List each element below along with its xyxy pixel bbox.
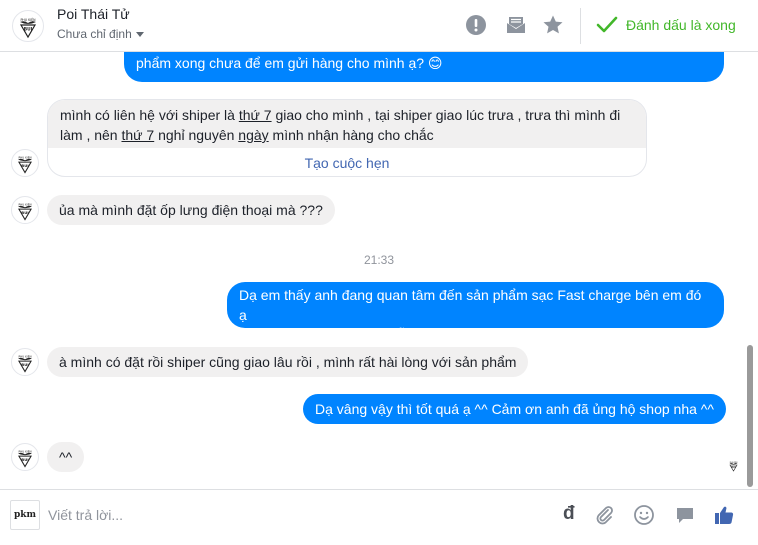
seen-avatar-icon (726, 458, 741, 473)
chevron-down-icon (135, 32, 144, 37)
reply-composer: pkm đ (0, 489, 758, 545)
incoming-message[interactable]: à mình có đặt rồi shiper cũng giao lâu r… (47, 347, 529, 377)
assignee-dropdown[interactable]: Chưa chỉ định (57, 27, 144, 41)
mail-icon[interactable] (505, 14, 527, 36)
incoming-message[interactable]: ^^ (47, 442, 85, 472)
message-text: phẩm xong chưa để em gửi hàng cho mình ạ… (136, 55, 443, 71)
message-thread[interactable]: phẩm xong chưa để em gửi hàng cho mình ạ… (0, 52, 758, 489)
contact-avatar[interactable] (11, 348, 39, 376)
contact-avatar[interactable] (11, 443, 39, 471)
alert-icon[interactable] (465, 14, 487, 36)
check-icon (596, 16, 618, 33)
saved-reply-icon[interactable] (674, 504, 696, 526)
create-appointment-link[interactable]: Tạo cuộc hẹn (48, 148, 646, 176)
outgoing-message[interactable]: Dạ em thấy anh đang quan tâm đến sản phẩ… (227, 282, 724, 343)
page-avatar: pkm (10, 500, 40, 530)
scrollbar-thumb[interactable] (747, 345, 753, 487)
message-text: ^^ (59, 449, 73, 465)
incoming-message[interactable]: ủa mà mình đặt ốp lưng điện thoại mà ??? (47, 195, 335, 225)
conversation-header: Poi Thái Tử Chưa chỉ định Đánh dấu là xo… (0, 0, 758, 52)
message-text: Không biết anh có nhầm lẫn gì không ạ? (239, 327, 491, 343)
incoming-message-card[interactable]: mình có liên hệ với shiper là thứ 7 giao… (47, 99, 647, 177)
mark-done-button[interactable]: Đánh dấu là xong (596, 13, 736, 37)
emoji-icon[interactable] (633, 504, 655, 526)
message-text: mình có liên hệ với shiper là thứ 7 giao… (48, 100, 646, 148)
outgoing-message[interactable]: phẩm xong chưa để em gửi hàng cho mình ạ… (124, 52, 724, 82)
contact-avatar[interactable] (12, 10, 44, 42)
mark-done-label: Đánh dấu là xong (626, 17, 736, 33)
currency-icon[interactable]: đ (563, 502, 575, 526)
outgoing-message[interactable]: Dạ vâng vậy thì tốt quá ạ ^^ Cảm ơn anh … (303, 394, 726, 424)
message-text: Dạ vâng vậy thì tốt quá ạ ^^ Cảm ơn anh … (315, 401, 714, 417)
message-text: à mình có đặt rồi shiper cũng giao lâu r… (59, 354, 517, 370)
contact-avatar[interactable] (11, 196, 39, 224)
message-text: ủa mà mình đặt ốp lưng điện thoại mà ??? (59, 202, 323, 218)
message-text: Dạ em thấy anh đang quan tâm đến sản phẩ… (239, 287, 702, 323)
attachment-icon[interactable] (593, 504, 615, 526)
contact-name[interactable]: Poi Thái Tử (57, 6, 130, 22)
reply-input[interactable] (48, 503, 528, 527)
contact-avatar[interactable] (11, 149, 39, 177)
timestamp: 21:33 (363, 253, 395, 267)
like-icon[interactable] (713, 504, 735, 526)
header-divider (580, 8, 581, 44)
assignee-label: Chưa chỉ định (57, 27, 132, 41)
star-icon[interactable] (542, 14, 564, 36)
